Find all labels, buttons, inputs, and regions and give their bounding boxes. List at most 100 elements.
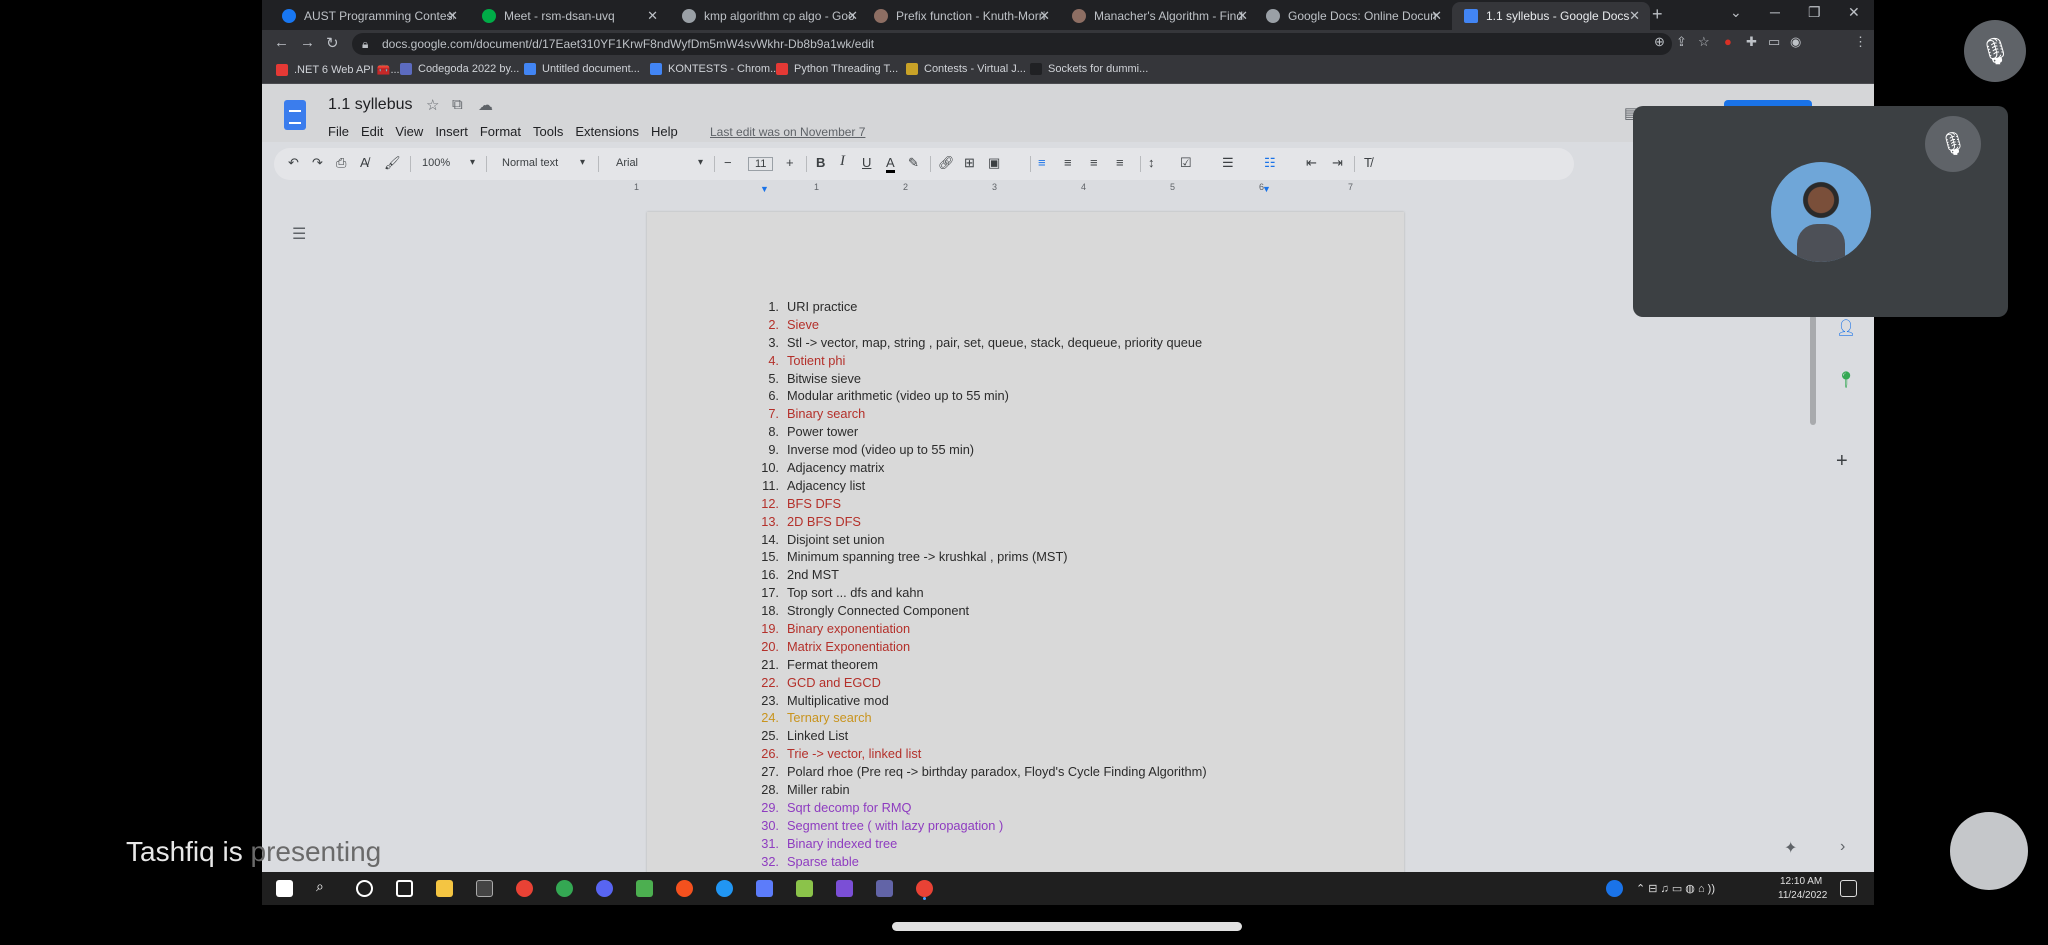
close-window-button[interactable]: ✕ [1848, 4, 1860, 21]
bookmark[interactable]: Codegoda 2022 by... [400, 63, 519, 75]
list-text[interactable]: Trie -> vector, linked list [787, 745, 921, 763]
close-icon[interactable]: ✕ [1237, 8, 1248, 24]
forward-icon[interactable]: → [300, 34, 315, 51]
file-explorer-icon[interactable] [436, 880, 453, 897]
menu-view[interactable]: View [395, 124, 423, 139]
chevron-right-icon[interactable]: › [1840, 838, 1845, 856]
menu-file[interactable]: File [328, 124, 349, 139]
close-icon[interactable]: ✕ [1629, 8, 1640, 24]
sidepanel-icon[interactable]: ▭ [1768, 34, 1780, 50]
menu-extensions[interactable]: Extensions [575, 124, 639, 139]
tab[interactable]: Google Docs: Online Document✕ [1254, 2, 1452, 30]
zoom-select[interactable]: 100% [422, 157, 450, 169]
clear-formatting-icon[interactable]: T̸ [1364, 155, 1372, 170]
undo-icon[interactable]: ↶ [288, 155, 299, 171]
menu-insert[interactable]: Insert [435, 124, 468, 139]
list-text[interactable]: Adjacency list [787, 477, 865, 495]
puzzle-icon[interactable]: ✚ [1746, 34, 1757, 50]
app-icon[interactable] [636, 880, 653, 897]
last-edit-link[interactable]: Last edit was on November 7 [710, 125, 865, 139]
italic-icon[interactable]: I [840, 153, 845, 170]
address-bar[interactable]: 🔒︎ docs.google.com/document/d/17Eaet310Y… [352, 33, 1672, 55]
list-text[interactable]: Modular arithmetic (video up to 55 min) [787, 387, 1009, 405]
teams-icon[interactable] [876, 880, 893, 897]
home-indicator[interactable] [892, 922, 1242, 931]
spellcheck-icon[interactable]: A̸ [360, 155, 369, 170]
menu-tools[interactable]: Tools [533, 124, 563, 139]
numbered-list-icon[interactable]: ☷ [1264, 155, 1276, 171]
chrome-icon[interactable] [516, 880, 533, 897]
close-icon[interactable]: ✕ [447, 8, 458, 24]
clock-time[interactable]: 12:10 AM [1780, 876, 1822, 887]
fullscreen-exit-button[interactable] [1950, 812, 2028, 890]
menu-edit[interactable]: Edit [361, 124, 383, 139]
new-tab-button[interactable]: + [1652, 4, 1663, 25]
app-icon[interactable] [756, 880, 773, 897]
windows-start-icon[interactable] [276, 880, 293, 897]
bold-icon[interactable]: B [816, 155, 825, 170]
list-text[interactable]: Inverse mod (video up to 55 min) [787, 441, 974, 459]
list-text[interactable]: 2D BFS DFS [787, 513, 861, 531]
tab[interactable]: Manacher's Algorithm - Finding ✕ [1060, 2, 1258, 30]
align-left-icon[interactable]: ≡ [1038, 155, 1046, 170]
close-icon[interactable]: ✕ [647, 8, 658, 24]
underline-icon[interactable]: U [862, 155, 871, 170]
list-text[interactable]: Fermat theorem [787, 656, 878, 674]
menu-help[interactable]: Help [651, 124, 678, 139]
notifications-icon[interactable] [1840, 880, 1857, 897]
profile-avatar[interactable]: ◉ [1790, 34, 1801, 50]
increase-indent-icon[interactable]: ⇥ [1332, 155, 1343, 171]
tab-active[interactable]: 1.1 syllebus - Google Docs ✕ [1452, 2, 1650, 30]
bookmark[interactable]: Sockets for dummi... [1030, 63, 1148, 75]
tab[interactable]: kmp algorithm cp algo - Google✕ [670, 2, 868, 30]
star-icon[interactable]: ☆ [1698, 34, 1710, 50]
list-text[interactable]: Sqrt decomp for RMQ [787, 799, 911, 817]
list-text[interactable]: Matrix Exponentiation [787, 638, 910, 656]
app-icon[interactable] [716, 880, 733, 897]
tab[interactable]: Meet - rsm-dsan-uvq ✕ [470, 2, 668, 30]
list-text[interactable]: Linked List [787, 727, 848, 745]
list-text[interactable]: Sparse table [787, 853, 859, 871]
visual-studio-icon[interactable] [836, 880, 853, 897]
paragraph-style-select[interactable]: Normal text [502, 157, 558, 169]
redo-icon[interactable]: ↷ [312, 155, 323, 171]
search-icon[interactable]: ⌕ [316, 878, 333, 895]
list-text[interactable]: URI practice [787, 298, 857, 316]
list-text[interactable]: GCD and EGCD [787, 674, 881, 692]
list-text[interactable]: BFS DFS [787, 495, 841, 513]
list-text[interactable]: Miller rabin [787, 781, 850, 799]
list-text[interactable]: Totient phi [787, 352, 845, 370]
align-center-icon[interactable]: ≡ [1064, 155, 1072, 170]
close-icon[interactable]: ✕ [1431, 8, 1442, 24]
document-page[interactable]: 1. URI practice 2. Sieve 3. Stl -> vector, ma… [647, 212, 1404, 905]
close-icon[interactable]: ✕ [1039, 8, 1050, 24]
checklist-icon[interactable]: ☑ [1180, 155, 1192, 171]
restore-button[interactable]: ❐ [1808, 4, 1821, 21]
cortana-icon[interactable] [356, 880, 373, 897]
back-icon[interactable]: ← [274, 34, 289, 51]
justify-icon[interactable]: ≡ [1116, 155, 1124, 170]
contacts-icon[interactable]: 👤︎ [1836, 318, 1856, 338]
document-title[interactable]: 1.1 syllebus [328, 96, 413, 114]
mic-off-icon[interactable]: 🎙︎ [1964, 20, 2026, 82]
tab[interactable]: AUST Programming Contest (Be✕ [270, 2, 468, 30]
print-icon[interactable]: ⎙ [336, 155, 346, 171]
link-icon[interactable]: 🔗︎ [938, 155, 955, 171]
app-icon[interactable] [796, 880, 813, 897]
font-size-input[interactable]: 11 [748, 157, 774, 171]
comment-icon[interactable]: ⊞ [964, 155, 975, 171]
menu-format[interactable]: Format [480, 124, 521, 139]
align-right-icon[interactable]: ≡ [1090, 155, 1098, 170]
bulleted-list-icon[interactable]: ☰ [1222, 155, 1234, 171]
list-text[interactable]: Binary indexed tree [787, 835, 897, 853]
list-text[interactable]: Multiplicative mod [787, 692, 889, 710]
font-select[interactable]: Arial [616, 157, 638, 169]
list-text[interactable]: Segment tree ( with lazy propagation ) [787, 817, 1003, 835]
kebab-menu-icon[interactable]: ⋮ [1854, 34, 1867, 50]
zoom-icon[interactable]: ⊕ [1654, 34, 1665, 50]
share-icon[interactable]: ⇪ [1676, 34, 1687, 50]
postman-icon[interactable] [676, 880, 693, 897]
chrome-active-icon[interactable] [916, 880, 933, 897]
help-icon[interactable] [1606, 880, 1623, 897]
docs-logo-icon[interactable] [284, 100, 306, 130]
